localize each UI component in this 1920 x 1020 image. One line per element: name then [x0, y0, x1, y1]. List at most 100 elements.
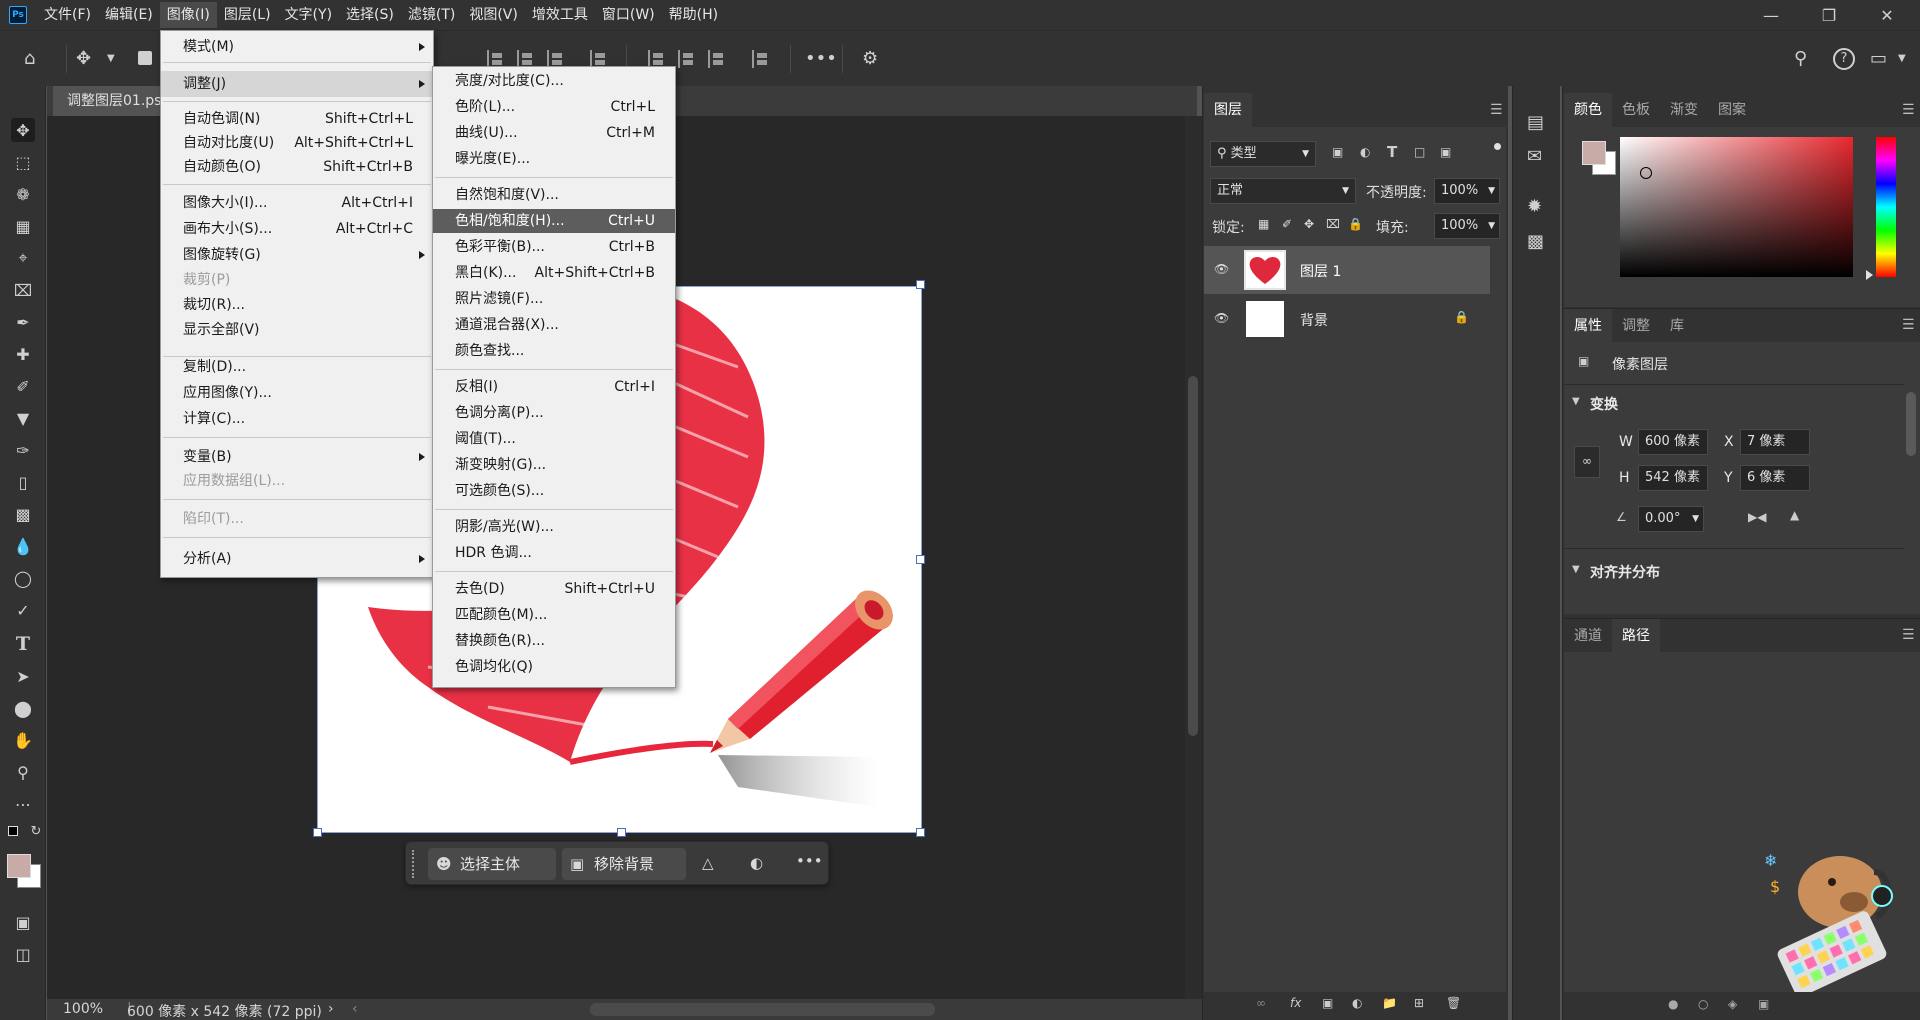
menu-filter[interactable]: 滤镜(T) [401, 2, 462, 28]
panel-menu-icon[interactable]: ☰ [1490, 102, 1503, 118]
menu-item-calculations[interactable]: 计算(C)... [161, 407, 433, 431]
tab-layers[interactable]: 图层 [1204, 93, 1252, 127]
help-icon[interactable]: ? [1833, 48, 1855, 70]
menu-item-desaturate[interactable]: 去色(D) Shift+Ctrl+U [433, 577, 675, 601]
menu-item-image-size[interactable]: 图像大小(I)... Alt+Ctrl+I [161, 191, 433, 215]
menu-item-invert[interactable]: 反相(I) Ctrl+I [433, 375, 675, 399]
menu-layer[interactable]: 图层(L) [217, 2, 278, 28]
properties-scrollbar[interactable] [1906, 392, 1916, 456]
layer-filter-select[interactable]: ⚲ 类型 ▼ [1210, 141, 1316, 167]
more-tools-icon[interactable]: ⋯ [11, 792, 35, 816]
menu-item-image-rotation[interactable]: 图像旋转(G) [161, 243, 433, 267]
add-mask-icon[interactable]: ▣ [1322, 996, 1333, 1010]
distribute-v-icon[interactable] [752, 50, 770, 68]
menu-select[interactable]: 选择(S) [339, 2, 401, 28]
tab-adjustments[interactable]: 调整 [1612, 309, 1660, 343]
menu-item-match-color[interactable]: 匹配颜色(M)... [433, 603, 675, 627]
foreground-color-swatch[interactable] [7, 854, 31, 878]
transform-handle[interactable] [916, 828, 925, 837]
menu-item-selective-color[interactable]: 可选颜色(S)... [433, 479, 675, 503]
tab-patterns[interactable]: 图案 [1708, 93, 1756, 127]
menu-item-channel-mixer[interactable]: 通道混合器(X)... [433, 313, 675, 337]
home-icon[interactable]: ⌂ [24, 48, 35, 69]
healing-brush-icon[interactable]: ✚ [11, 342, 35, 366]
hand-tool-icon[interactable]: ✋ [11, 728, 35, 752]
x-input[interactable]: 7 像素 [1740, 429, 1810, 455]
menu-item-vibrance[interactable]: 自然饱和度(V)... [433, 183, 675, 207]
menu-item-apply-image[interactable]: 应用图像(Y)... [161, 381, 433, 405]
more-options-icon[interactable]: ••• [805, 48, 837, 69]
eye-icon[interactable]: 👁 [1214, 262, 1229, 276]
menu-item-adjustments[interactable]: 调整(J) [161, 71, 433, 97]
marquee-tool-icon[interactable]: ⬚ [11, 150, 35, 174]
minimize-icon[interactable]: — [1742, 0, 1800, 30]
menu-item-photo-filter[interactable]: 照片滤镜(F)... [433, 287, 675, 311]
filter-adjustment-icon[interactable]: ◐ [1360, 145, 1370, 159]
panel-menu-icon[interactable]: ☰ [1902, 627, 1915, 643]
tab-gradients[interactable]: 渐变 [1660, 93, 1708, 127]
gear-icon[interactable]: ⚙ [862, 48, 878, 69]
layer-name[interactable]: 图层 1 [1300, 261, 1341, 281]
brush-tool-icon[interactable]: ✐ [11, 374, 35, 398]
trash-icon[interactable]: 🗑 [1446, 996, 1461, 1010]
panel-menu-icon[interactable]: ☰ [1902, 317, 1915, 333]
ellipse-tool-icon[interactable]: ⬤ [11, 696, 35, 720]
filter-pixel-icon[interactable]: ▣ [1332, 145, 1343, 159]
type-tool-icon[interactable]: T [11, 632, 35, 656]
panel-menu-icon[interactable]: ☰ [1902, 102, 1915, 118]
color-field[interactable] [1620, 137, 1853, 277]
fill-input[interactable]: 100% ▼ [1434, 213, 1500, 239]
tab-channels[interactable]: 通道 [1564, 619, 1612, 653]
stroke-path-icon[interactable]: ○ [1698, 997, 1708, 1011]
crop-tool-icon[interactable]: ⌖ [11, 246, 35, 270]
flip-horizontal-icon[interactable]: ▶◀ [1748, 510, 1766, 524]
history-brush-icon[interactable]: ✑ [11, 438, 35, 462]
menu-item-auto-color[interactable]: 自动颜色(O) Shift+Ctrl+B [161, 155, 433, 179]
transform-handle[interactable] [916, 555, 925, 564]
blur-tool-icon[interactable]: 💧 [11, 534, 35, 558]
lock-position-icon[interactable]: ✥ [1304, 217, 1314, 231]
menu-view[interactable]: 视图(V) [462, 2, 525, 28]
lock-transparent-icon[interactable]: ▦ [1258, 217, 1269, 231]
quick-mask-icon[interactable]: ▣ [11, 910, 35, 934]
stamp-tool-icon[interactable]: ▼ [11, 406, 35, 430]
menu-item-color-lookup[interactable]: 颜色查找... [433, 339, 675, 363]
eraser-icon[interactable]: ▯ [11, 470, 35, 494]
width-input[interactable]: 600 像素 [1638, 429, 1708, 455]
menu-item-analysis[interactable]: 分析(A) [161, 547, 433, 571]
search-icon[interactable]: ⚲ [1794, 48, 1807, 69]
transform-section-title[interactable]: 变换 [1590, 394, 1618, 414]
y-input[interactable]: 6 像素 [1740, 465, 1810, 491]
zoom-tool-icon[interactable]: ⚲ [11, 760, 35, 784]
tab-color[interactable]: 颜色 [1564, 93, 1612, 127]
close-icon[interactable]: ✕ [1858, 0, 1916, 30]
chevron-left-icon[interactable]: ‹ [352, 1001, 358, 1017]
link-layers-icon[interactable]: ∞ [1256, 996, 1266, 1010]
lock-paint-icon[interactable]: ✐ [1282, 217, 1292, 231]
align-section-title[interactable]: 对齐并分布 [1590, 562, 1660, 582]
menu-item-equalize[interactable]: 色调均化(Q) [433, 655, 675, 679]
menu-item-canvas-size[interactable]: 画布大小(S)... Alt+Ctrl+C [161, 217, 433, 241]
foreground-color-swatch[interactable] [1582, 141, 1606, 165]
menu-item-reveal-all[interactable]: 显示全部(V) [161, 318, 433, 342]
chevron-down-icon[interactable]: ▼ [1898, 53, 1906, 64]
color-picker-cursor[interactable] [1640, 167, 1652, 179]
align-bottom-icon[interactable] [708, 50, 726, 68]
menu-item-trim[interactable]: 裁切(R)... [161, 293, 433, 317]
restore-icon[interactable]: ❐ [1800, 0, 1858, 30]
layer-row[interactable]: 👁 图层 1 [1204, 246, 1490, 294]
layer-row[interactable]: 👁 背景 🔒 [1204, 295, 1488, 343]
remove-background-button[interactable]: ▣ 移除背景 [562, 848, 686, 880]
menu-item-hdr-toning[interactable]: HDR 色调... [433, 541, 675, 565]
transform-icon[interactable]: △ [702, 854, 714, 872]
hue-slider[interactable] [1876, 137, 1896, 277]
menu-image[interactable]: 图像(I) [159, 2, 217, 28]
menu-item-curves[interactable]: 曲线(U)... Ctrl+M [433, 121, 675, 145]
object-select-icon[interactable]: ▦ [11, 214, 35, 238]
chevron-down-icon[interactable]: ▼ [1572, 396, 1580, 407]
chevron-right-icon[interactable]: › [328, 1001, 334, 1017]
new-layer-icon[interactable]: ⊞ [1414, 996, 1424, 1010]
menu-item-threshold[interactable]: 阈值(T)... [433, 427, 675, 451]
lock-all-icon[interactable]: 🔒 [1348, 217, 1363, 231]
transform-handle[interactable] [313, 828, 322, 837]
